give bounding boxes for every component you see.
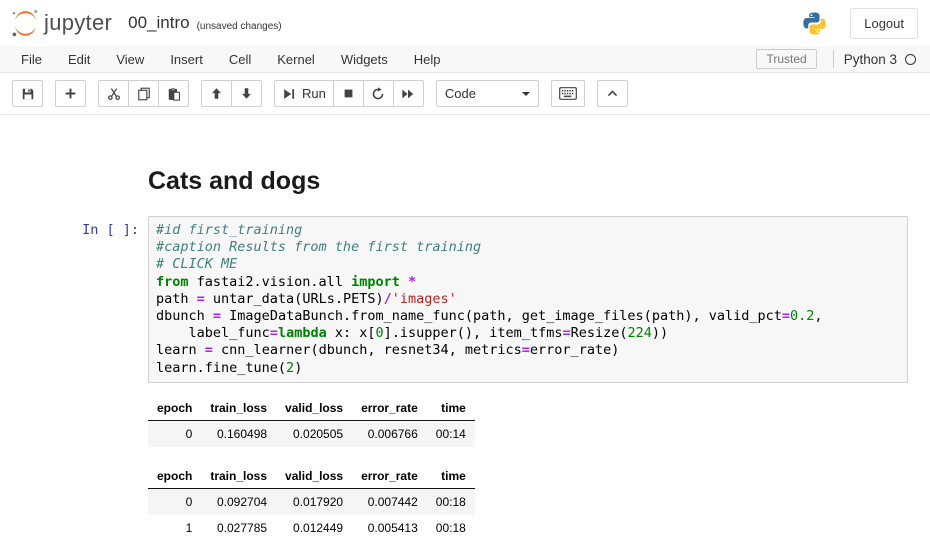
jupyter-logo-icon xyxy=(10,8,41,39)
code-lines: #id first_training#caption Results from … xyxy=(156,222,900,377)
divider xyxy=(833,50,834,68)
plus-icon xyxy=(64,87,77,100)
output-prompt xyxy=(0,396,148,402)
training-results-table-1: epochtrain_lossvalid_losserror_ratetime0… xyxy=(148,396,475,447)
menu-item-file[interactable]: File xyxy=(8,47,55,72)
code-line: #id first_training xyxy=(156,222,900,239)
restart-run-all-button[interactable] xyxy=(393,80,424,107)
stop-icon xyxy=(342,87,355,100)
output-area: epochtrain_lossvalid_losserror_ratetime0… xyxy=(0,396,930,541)
trusted-button[interactable]: Trusted xyxy=(756,49,816,69)
arrow-up-icon xyxy=(210,87,223,100)
run-button-label: Run xyxy=(302,86,326,101)
column-header: valid_loss xyxy=(276,396,352,421)
table-cell: 0 xyxy=(148,488,201,515)
copy-cells-button[interactable] xyxy=(128,80,159,107)
table-cell: 0.160498 xyxy=(201,420,276,447)
python-kernel-logo-icon xyxy=(801,10,828,37)
code-line: dbunch = ImageDataBunch.from_name_func(p… xyxy=(156,308,900,325)
menu-item-kernel[interactable]: Kernel xyxy=(264,47,328,72)
column-header: epoch xyxy=(148,396,201,421)
menu-bar-container: FileEditViewInsertCellKernelWidgetsHelp … xyxy=(0,46,930,73)
column-header: error_rate xyxy=(352,396,427,421)
fast-forward-icon xyxy=(401,87,415,101)
restart-kernel-button[interactable] xyxy=(363,80,394,107)
menu-item-widgets[interactable]: Widgets xyxy=(328,47,401,72)
table-cell: 0.020505 xyxy=(276,420,352,447)
move-cell-down-button[interactable] xyxy=(231,80,262,107)
table-cell: 00:14 xyxy=(427,420,475,447)
column-header: train_loss xyxy=(201,464,276,489)
code-line: path = untar_data(URLs.PETS)/'images' xyxy=(156,291,900,308)
jupyter-logo[interactable]: jupyter xyxy=(10,8,112,39)
run-cell-button[interactable]: Run xyxy=(274,80,334,107)
markdown-heading: Cats and dogs xyxy=(148,167,908,196)
copy-icon xyxy=(137,87,151,101)
save-button[interactable] xyxy=(12,80,43,107)
table-cell: 0.092704 xyxy=(201,488,276,515)
run-icon xyxy=(282,87,296,101)
menu-item-insert[interactable]: Insert xyxy=(157,47,216,72)
table-cell: 0.006766 xyxy=(352,420,427,447)
restart-icon xyxy=(371,87,385,101)
paste-cells-button[interactable] xyxy=(158,80,189,107)
cell-type-select[interactable]: Code xyxy=(436,80,539,107)
markdown-prompt xyxy=(0,167,148,173)
notebook-name[interactable]: 00_intro xyxy=(128,13,189,33)
column-header: train_loss xyxy=(201,396,276,421)
code-line: # CLICK ME xyxy=(156,256,900,273)
collapse-toolbar-button[interactable] xyxy=(597,80,628,107)
toolbar: Run Code xyxy=(0,73,930,115)
markdown-cell[interactable]: Cats and dogs xyxy=(0,167,930,196)
column-header: valid_loss xyxy=(276,464,352,489)
notebook-header: jupyter 00_intro (unsaved changes) Logou… xyxy=(0,0,930,46)
cell-type-value: Code xyxy=(445,86,476,101)
insert-cell-below-button[interactable] xyxy=(55,80,86,107)
code-line: #caption Results from the first training xyxy=(156,239,900,256)
table-cell: 0.007442 xyxy=(352,488,427,515)
interrupt-kernel-button[interactable] xyxy=(333,80,364,107)
command-palette-button[interactable] xyxy=(551,80,585,107)
kernel-name: Python 3 xyxy=(844,52,897,67)
column-header: epoch xyxy=(148,464,201,489)
column-header: error_rate xyxy=(352,464,427,489)
table-row: 00.1604980.0205050.00676600:14 xyxy=(148,420,475,447)
cut-cells-button[interactable] xyxy=(98,80,129,107)
arrow-down-icon xyxy=(240,87,253,100)
checkpoint-status: (unsaved changes) xyxy=(197,21,282,32)
menu-item-edit[interactable]: Edit xyxy=(55,47,103,72)
keyboard-icon xyxy=(559,87,577,100)
jupyter-logo-text: jupyter xyxy=(44,10,112,36)
logout-button[interactable]: Logout xyxy=(850,8,918,39)
code-line: learn = cnn_learner(dbunch, resnet34, me… xyxy=(156,342,900,359)
chevron-up-icon xyxy=(606,87,619,100)
column-header: time xyxy=(427,396,475,421)
training-results-table-2: epochtrain_lossvalid_losserror_ratetime0… xyxy=(148,464,475,541)
menu-bar: FileEditViewInsertCellKernelWidgetsHelp xyxy=(8,47,454,72)
table-row: 00.0927040.0179200.00744200:18 xyxy=(148,488,475,515)
scissors-icon xyxy=(107,87,121,101)
code-line: learn.fine_tune(2) xyxy=(156,360,900,377)
code-line: from fastai2.vision.all import * xyxy=(156,274,900,291)
input-prompt: In [ ]: xyxy=(0,216,148,239)
code-editor[interactable]: #id first_training#caption Results from … xyxy=(148,216,908,383)
menu-item-help[interactable]: Help xyxy=(401,47,454,72)
code-line: label_func=lambda x: x[0].isupper(), ite… xyxy=(156,325,900,342)
column-header: time xyxy=(427,464,475,489)
code-cell[interactable]: In [ ]: #id first_training#caption Resul… xyxy=(0,216,930,383)
kernel-idle-icon xyxy=(905,54,916,65)
notebook-area: Cats and dogs In [ ]: #id first_training… xyxy=(0,115,930,541)
table-cell: 00:18 xyxy=(427,488,475,515)
paste-icon xyxy=(167,87,181,101)
table-cell: 0.017920 xyxy=(276,488,352,515)
menu-item-view[interactable]: View xyxy=(103,47,157,72)
table-cell: 0 xyxy=(148,420,201,447)
move-cell-up-button[interactable] xyxy=(201,80,232,107)
save-icon xyxy=(21,87,35,101)
menu-item-cell[interactable]: Cell xyxy=(216,47,264,72)
dropdown-caret-icon xyxy=(522,92,530,96)
